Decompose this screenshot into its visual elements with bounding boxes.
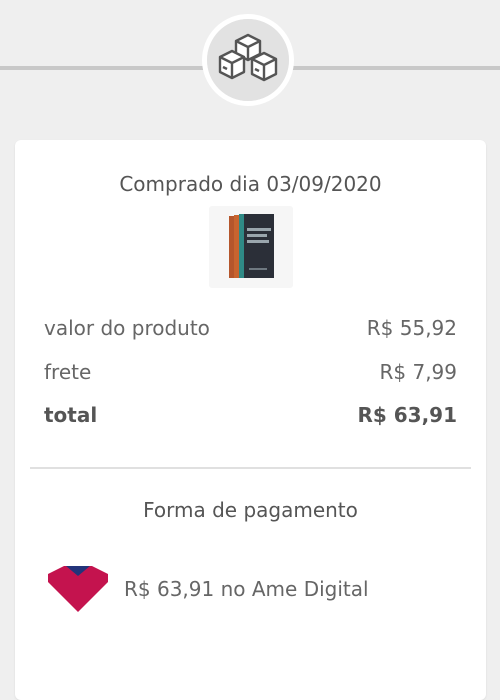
total-label: total bbox=[44, 403, 98, 427]
order-summary-card: Comprado dia 03/09/2020 valor do produto… bbox=[15, 140, 486, 700]
product-thumbnail[interactable] bbox=[209, 206, 293, 288]
shipping-amount: R$ 7,99 bbox=[379, 360, 457, 384]
shipping-label: frete bbox=[44, 360, 92, 384]
product-value-label: valor do produto bbox=[44, 316, 210, 340]
product-value-row: valor do produto R$ 55,92 bbox=[44, 316, 457, 340]
payment-method-title: Forma de pagamento bbox=[143, 498, 358, 522]
shipping-row: frete R$ 7,99 bbox=[44, 360, 457, 384]
payment-method-row: R$ 63,91 no Ame Digital bbox=[44, 564, 369, 614]
purchase-date-title: Comprado dia 03/09/2020 bbox=[119, 172, 382, 196]
total-row: total R$ 63,91 bbox=[44, 403, 457, 427]
product-value-amount: R$ 55,92 bbox=[366, 316, 457, 340]
total-amount: R$ 63,91 bbox=[357, 403, 457, 427]
boxes-icon bbox=[218, 33, 278, 82]
section-divider bbox=[30, 467, 471, 469]
book-box-set-image bbox=[229, 214, 274, 278]
ame-digital-logo bbox=[48, 566, 108, 612]
order-status-badge bbox=[202, 14, 294, 106]
payment-method-text: R$ 63,91 no Ame Digital bbox=[124, 577, 369, 601]
